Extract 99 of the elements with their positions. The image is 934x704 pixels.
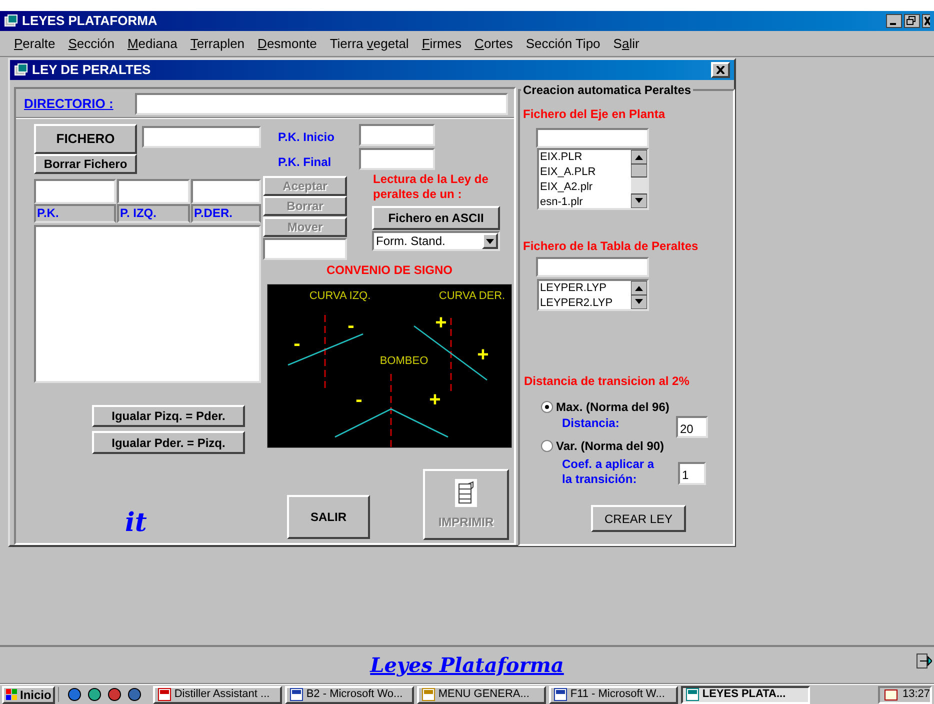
data-list[interactable] (34, 225, 261, 383)
sign-symbol: - (356, 389, 362, 411)
quick-launch-icon[interactable] (87, 687, 102, 702)
file-list-item[interactable]: esn-1.plr (540, 195, 631, 210)
taskbar-button[interactable]: B2 - Microsoft Wo... (285, 686, 414, 704)
directory-field[interactable] (135, 93, 508, 115)
section-title: Distancia de transicion al 2% (524, 373, 690, 390)
sign-symbol: + (435, 312, 447, 334)
file-list[interactable]: EIX.PLR EIX_A.PLR EIX_A2.plr esn-1.plr (537, 148, 649, 210)
radio-option[interactable]: Max. (Norma del 96) (541, 398, 670, 416)
minimize-icon[interactable] (886, 14, 902, 28)
section-title: Fichero de la Tabla de Peraltes (523, 238, 698, 255)
action-button[interactable]: Fichero en ASCII (372, 206, 500, 230)
taskbar-button[interactable]: F11 - Microsoft W... (549, 686, 678, 704)
table-input-cell[interactable] (117, 179, 190, 204)
quick-launch-icon[interactable] (107, 687, 122, 702)
sign-symbol: + (429, 389, 441, 411)
quick-launch-icon[interactable] (127, 687, 142, 702)
directory-link[interactable]: DIRECTORIO : (24, 94, 114, 114)
app-icon (686, 688, 700, 701)
quick-launch-icon[interactable] (67, 687, 82, 702)
exit-icon[interactable] (916, 653, 932, 669)
value-field[interactable]: 20 (676, 416, 708, 438)
sign-symbol: - (348, 315, 354, 337)
file-list-item[interactable]: LEYPER.LYP (540, 281, 631, 296)
action-button[interactable]: FICHERO (34, 124, 137, 154)
value-field[interactable]: 1 (678, 462, 706, 485)
menu-item[interactable]: Salir (613, 34, 640, 54)
table-input-cell[interactable] (34, 179, 116, 204)
app-title-text: Leyes Plataforma (370, 652, 564, 679)
menu-item[interactable]: Firmes (422, 34, 462, 54)
file-list-item[interactable]: EIX_A.PLR (540, 165, 631, 180)
app-icon (158, 688, 172, 701)
file-list-item[interactable]: EIX.PLR (540, 150, 631, 165)
menu-item[interactable]: Peralte (14, 34, 56, 54)
menu-item[interactable]: Cortes (474, 34, 513, 54)
create-button[interactable]: CREAR LEY (591, 505, 686, 532)
dropdown-arrow-icon (486, 238, 494, 244)
column-header: P.DER. (191, 204, 261, 223)
section-title: CONVENIO DE SIGNO (325, 262, 454, 279)
field-label: Coef. a aplicar a la transición: (562, 457, 656, 487)
menu-item[interactable]: Sección Tipo (526, 34, 600, 54)
field-label: Distancia: (562, 415, 620, 432)
section-title: Fichero del Eje en Planta (523, 106, 666, 123)
close-icon[interactable] (922, 14, 930, 28)
window-icon (4, 14, 18, 28)
menu-item[interactable]: Desmonte (258, 34, 317, 54)
pk-start-field[interactable] (359, 124, 435, 146)
file-list-item[interactable]: LEYPER2.LYP (540, 296, 631, 311)
windows-logo-icon (6, 689, 18, 700)
field-label: P.K. Inicio (278, 129, 334, 146)
action-button[interactable]: SALIR (287, 495, 370, 539)
file-name-field[interactable] (536, 128, 649, 148)
taskbar-button[interactable]: Distiller Assistant ... (153, 686, 282, 704)
file-name-field[interactable] (536, 257, 649, 277)
scrollbar[interactable] (631, 150, 647, 208)
menu-item[interactable]: Tierra vegetal (330, 34, 409, 54)
sign-symbol: + (477, 344, 489, 366)
dialog-title: LEY DE PERALTES (32, 61, 151, 80)
app-icon (290, 688, 304, 701)
move-field[interactable] (263, 238, 347, 260)
taskbar-button[interactable]: LEYES PLATA... (681, 686, 810, 704)
format-dropdown[interactable]: Form. Stand. (372, 231, 500, 251)
column-header: P. IZQ. (117, 204, 190, 223)
radio-button[interactable] (541, 440, 553, 452)
printer-icon (455, 478, 477, 506)
curve-label: CURVA IZQ. (309, 290, 371, 302)
start-button[interactable]: Inicio (2, 686, 56, 704)
close-icon (716, 66, 725, 74)
file-field[interactable] (142, 126, 261, 148)
scrollbar[interactable] (631, 281, 647, 309)
file-list-item[interactable]: EIX_A2.plr (540, 180, 631, 195)
field-label: P.K. Final (278, 154, 332, 171)
taskbar-button[interactable]: MENU GENERA... (417, 686, 546, 704)
sign-symbol: - (294, 333, 300, 355)
tray-icon[interactable] (884, 688, 898, 702)
radio-button[interactable] (541, 401, 553, 413)
app-icon (422, 688, 436, 701)
action-button[interactable]: Igualar Pizq. = Pder. (92, 405, 245, 427)
menu-item[interactable]: Mediana (127, 34, 178, 54)
action-button[interactable]: Igualar Pder. = Pizq. (92, 431, 245, 454)
note-text: Lectura de la Ley de peraltes de un : (373, 172, 490, 202)
close-button[interactable] (711, 62, 730, 78)
window-icon (14, 63, 28, 77)
action-button[interactable]: Borrar Fichero (34, 154, 137, 174)
radio-option[interactable]: Var. (Norma del 90) (541, 437, 664, 455)
clock: 13:27 (902, 687, 930, 702)
logo-text: it (125, 507, 147, 540)
file-list[interactable]: LEYPER.LYP LEYPER2.LYP (537, 279, 649, 311)
restore-icon[interactable] (904, 14, 920, 28)
pk-end-field[interactable] (359, 148, 435, 170)
window-title: LEYES PLATAFORMA (22, 12, 158, 30)
curve-label: CURVA DER. (438, 290, 506, 302)
app-icon (554, 688, 568, 701)
column-header: P.K. (34, 204, 116, 223)
menu-item[interactable]: Sección (68, 34, 114, 54)
curve-label: BOMBEO (380, 355, 428, 367)
menu-item[interactable]: Terraplen (190, 34, 245, 54)
table-input-cell[interactable] (191, 179, 261, 204)
